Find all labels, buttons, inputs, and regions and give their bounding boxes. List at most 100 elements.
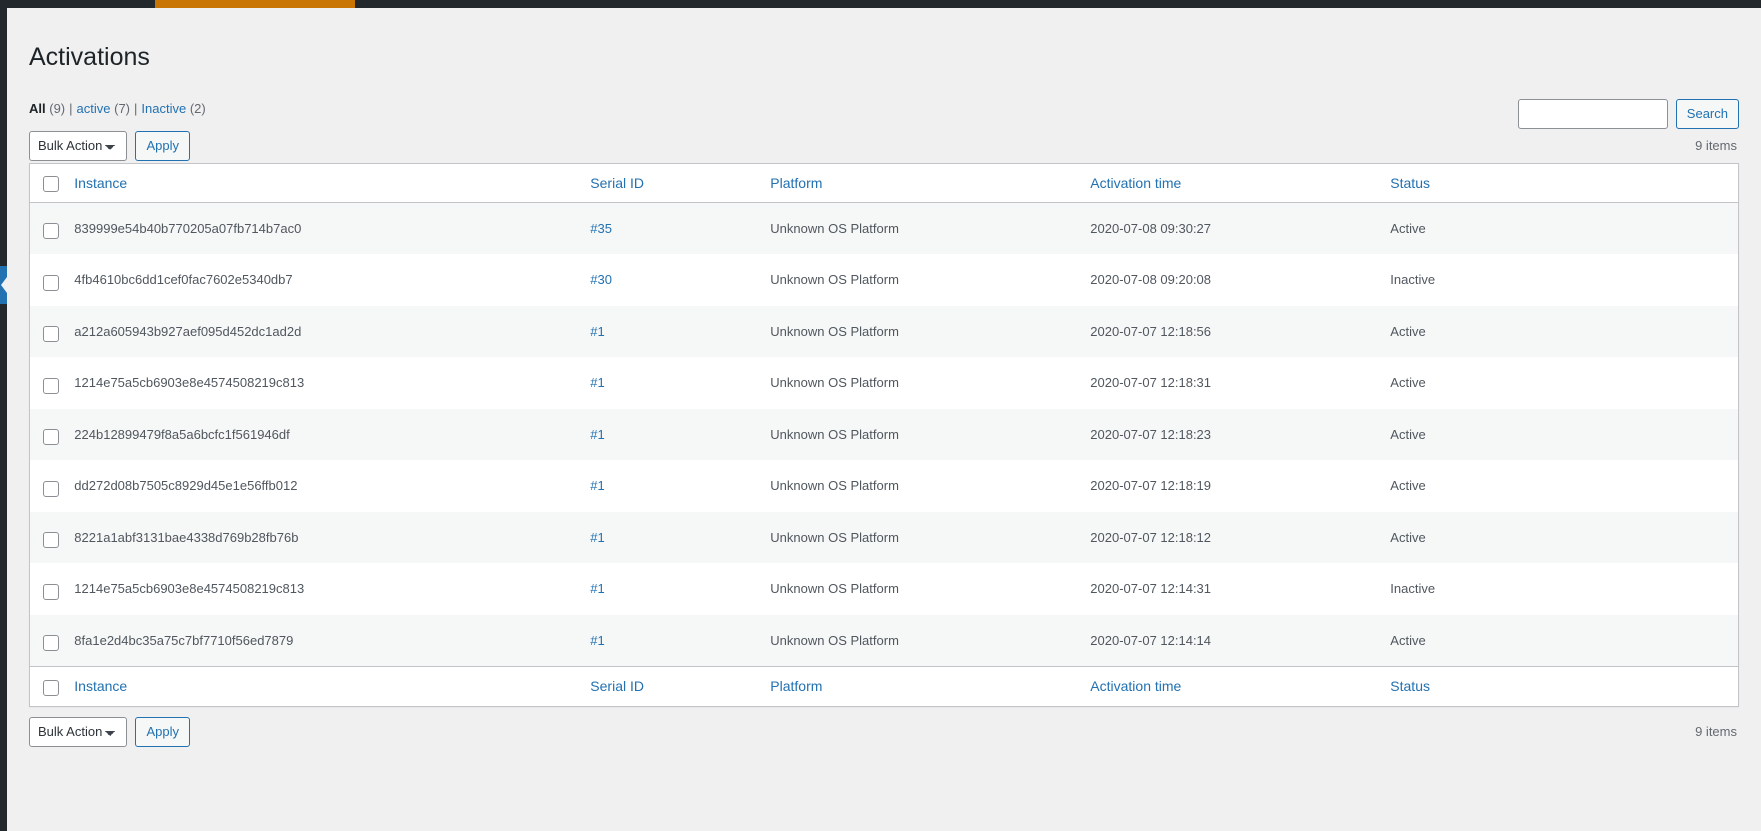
table-foot: Instance Serial ID Platform Activation t…: [29, 666, 1739, 707]
serial-id-link[interactable]: #1: [590, 375, 604, 390]
table-row: 8fa1e2d4bc35a75c7bf7710f56ed7879 #1 Unknow…: [29, 614, 1739, 667]
column-header-status[interactable]: Status: [1380, 163, 1739, 203]
column-footer-serial[interactable]: Serial ID: [580, 666, 761, 707]
tablenav-top: Bulk Actions Apply 9 items: [29, 129, 1739, 161]
column-footer-platform-label: Platform: [770, 678, 823, 695]
cell-instance: 1214e75a5cb6903e8e4574508219c813: [60, 563, 581, 615]
cell-instance: 8221a1abf3131bae4338d769b28fb76b: [60, 511, 581, 564]
cell-serial: #1: [580, 511, 761, 564]
cell-platform: Unknown OS Platform: [760, 254, 1081, 306]
column-header-platform-label: Platform: [770, 174, 823, 191]
cell-activation-time: 2020-07-08 09:30:27: [1080, 202, 1381, 255]
row-select-cell: [29, 357, 61, 409]
row-select-checkbox[interactable]: [43, 583, 59, 600]
row-select-checkbox[interactable]: [43, 377, 59, 394]
column-header-instance-label: Instance: [74, 174, 128, 191]
column-header-time-label: Activation time: [1090, 174, 1182, 191]
view-filter-all-count: (9): [49, 100, 66, 116]
cell-instance: 1214e75a5cb6903e8e4574508219c813: [60, 357, 581, 409]
column-header-serial-label: Serial ID: [590, 174, 644, 191]
cell-activation-time: 2020-07-07 12:18:19: [1080, 460, 1381, 512]
row-select-cell: [29, 202, 61, 255]
cell-serial: #1: [580, 563, 761, 615]
cell-serial: #1: [580, 460, 761, 512]
serial-id-link[interactable]: #35: [590, 221, 612, 236]
cell-platform: Unknown OS Platform: [760, 202, 1081, 255]
column-header-serial[interactable]: Serial ID: [580, 163, 761, 203]
row-select-checkbox[interactable]: [43, 532, 59, 549]
activations-table: Instance Serial ID Platform Activation t…: [29, 162, 1739, 707]
serial-id-link[interactable]: #1: [590, 324, 604, 339]
view-filter-inactive-link[interactable]: Inactive: [141, 101, 186, 116]
table-row: 839999e54b40b770205a07fb714b7ac0 #35 Unkno…: [29, 202, 1739, 255]
serial-id-link[interactable]: #1: [590, 478, 604, 493]
column-footer-instance[interactable]: Instance: [60, 666, 581, 707]
cell-serial: #1: [580, 357, 761, 409]
cell-platform: Unknown OS Platform: [760, 460, 1081, 512]
serial-id-link[interactable]: #1: [590, 530, 604, 545]
table-row: a212a605943b927aef095d452dc1ad2d #1 Unknow…: [29, 305, 1739, 358]
column-footer-status[interactable]: Status: [1380, 666, 1739, 707]
select-all-checkbox-bottom[interactable]: [43, 679, 59, 696]
serial-id-link[interactable]: #1: [590, 633, 604, 648]
bulk-actions-select-top[interactable]: Bulk Actions: [29, 130, 127, 161]
bulk-actions-top: Bulk Actions Apply: [29, 130, 190, 161]
row-select-cell: [29, 563, 61, 615]
view-sep-2: |: [134, 100, 138, 116]
row-select-cell: [29, 254, 61, 306]
view-filter-active[interactable]: active (7) |: [77, 96, 142, 122]
table-row: 1214e75a5cb6903e8e4574508219c813 #1 Unknow…: [29, 357, 1739, 409]
cell-status: Active: [1380, 357, 1739, 409]
search-button[interactable]: Search: [1675, 98, 1739, 129]
row-select-checkbox[interactable]: [43, 429, 59, 446]
bulk-apply-button-top[interactable]: Apply: [135, 130, 190, 161]
cell-serial: #1: [580, 305, 761, 358]
table-header-row: Instance Serial ID Platform Activation t…: [29, 163, 1739, 203]
cell-status: Active: [1380, 614, 1739, 667]
admin-sidebar-rail: [0, 8, 7, 831]
row-select-checkbox[interactable]: [43, 635, 59, 652]
serial-id-link[interactable]: #1: [590, 581, 604, 596]
row-select-checkbox[interactable]: [43, 480, 59, 497]
search-input[interactable]: [1518, 98, 1669, 129]
cell-platform: Unknown OS Platform: [760, 408, 1081, 461]
select-all-footer: [29, 666, 61, 707]
row-select-cell: [29, 460, 61, 512]
column-header-status-label: Status: [1390, 174, 1430, 191]
cell-platform: Unknown OS Platform: [760, 563, 1081, 615]
bulk-actions-select-bottom[interactable]: Bulk Actions: [29, 716, 127, 747]
column-footer-time[interactable]: Activation time: [1080, 666, 1381, 707]
select-all-checkbox-top[interactable]: [43, 175, 59, 192]
page-title: Activations: [29, 43, 150, 71]
column-footer-status-label: Status: [1390, 678, 1430, 695]
row-select-checkbox[interactable]: [43, 223, 59, 240]
cell-status: Inactive: [1380, 254, 1739, 306]
column-header-platform[interactable]: Platform: [760, 163, 1081, 203]
cell-platform: Unknown OS Platform: [760, 614, 1081, 667]
column-footer-serial-label: Serial ID: [590, 678, 644, 695]
view-filter-all-link[interactable]: All: [29, 101, 46, 116]
view-filter-all[interactable]: All (9) |: [29, 96, 77, 122]
cell-activation-time: 2020-07-07 12:18:31: [1080, 357, 1381, 409]
view-filter-active-link[interactable]: active: [77, 101, 111, 116]
row-select-checkbox[interactable]: [43, 274, 59, 291]
column-header-time[interactable]: Activation time: [1080, 163, 1381, 203]
row-select-checkbox[interactable]: [43, 326, 59, 343]
cell-serial: #35: [580, 202, 761, 255]
cell-activation-time: 2020-07-07 12:18:56: [1080, 305, 1381, 358]
cell-instance: 4fb4610bc6dd1cef0fac7602e5340db7: [60, 254, 581, 306]
view-filter-inactive[interactable]: Inactive (2): [141, 96, 205, 122]
column-header-instance[interactable]: Instance: [60, 163, 581, 203]
serial-id-link[interactable]: #1: [590, 427, 604, 442]
bulk-apply-button-bottom[interactable]: Apply: [135, 716, 190, 747]
view-sep-1: |: [69, 100, 73, 116]
column-footer-platform[interactable]: Platform: [760, 666, 1081, 707]
bulk-actions-bottom: Bulk Actions Apply: [29, 716, 190, 747]
cell-status: Active: [1380, 202, 1739, 255]
table-row: 4fb4610bc6dd1cef0fac7602e5340db7 #30 Unkno…: [29, 254, 1739, 306]
serial-id-link[interactable]: #30: [590, 272, 612, 287]
cell-activation-time: 2020-07-07 12:14:31: [1080, 563, 1381, 615]
collapse-menu-arrow-icon[interactable]: [0, 266, 7, 304]
column-footer-time-label: Activation time: [1090, 678, 1182, 695]
view-filter-active-count: (7): [114, 100, 131, 116]
